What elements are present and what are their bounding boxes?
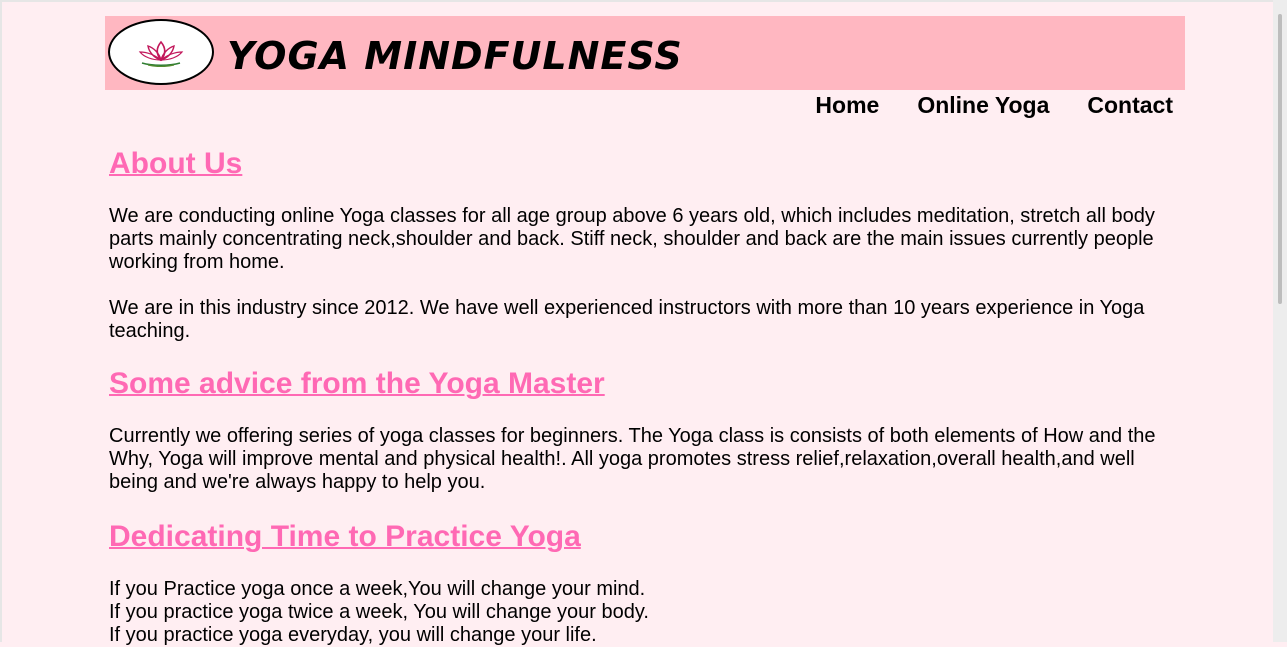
site-title: YOGA MINDFULNESS bbox=[227, 34, 683, 78]
practice-line: If you practice yoga everyday, you will … bbox=[109, 624, 597, 646]
window-border-left bbox=[0, 0, 2, 642]
practice-lines: If you Practice yoga once a week,You wil… bbox=[109, 578, 1169, 647]
practice-line: If you Practice yoga once a week,You wil… bbox=[109, 578, 646, 600]
about-us-paragraph: We are conducting online Yoga classes fo… bbox=[109, 205, 1155, 273]
main-nav: Home Online Yoga Contact bbox=[777, 90, 1173, 120]
nav-contact[interactable]: Contact bbox=[1087, 90, 1173, 120]
practice-line: If you practice yoga twice a week, You w… bbox=[109, 601, 649, 623]
logo[interactable] bbox=[108, 19, 214, 85]
window-border-top bbox=[0, 0, 1287, 2]
about-us-paragraph: We are in this industry since 2012. We h… bbox=[109, 297, 1145, 342]
scrollbar-thumb[interactable] bbox=[1278, 14, 1282, 304]
nav-home[interactable]: Home bbox=[815, 90, 879, 120]
yoga-master-advice-paragraph: Currently we offering series of yoga cla… bbox=[109, 425, 1156, 493]
dedicating-time-heading[interactable]: Dedicating Time to Practice Yoga bbox=[109, 516, 1169, 558]
header-banner: YOGA MINDFULNESS bbox=[105, 16, 1185, 90]
about-us-heading[interactable]: About Us bbox=[109, 143, 1169, 185]
vertical-scrollbar[interactable] bbox=[1273, 0, 1287, 642]
main-content: About Us We are conducting online Yoga c… bbox=[109, 140, 1169, 647]
lotus-icon bbox=[138, 40, 184, 67]
yoga-master-advice-heading[interactable]: Some advice from the Yoga Master bbox=[109, 363, 1169, 405]
nav-online-yoga[interactable]: Online Yoga bbox=[917, 90, 1049, 120]
